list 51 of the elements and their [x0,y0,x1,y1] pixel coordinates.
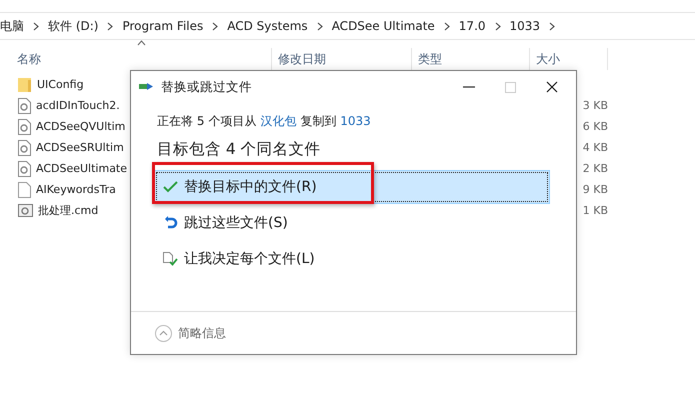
folder-icon [18,76,32,92]
file-size: 3 KB [582,99,608,112]
minimize-icon[interactable] [463,86,475,88]
chevron-icon[interactable] [316,22,323,30]
breadcrumb-item[interactable]: Program Files [122,19,204,33]
close-icon[interactable] [546,81,558,93]
copy-arrow-icon [139,82,155,92]
breadcrumb-item[interactable]: 1033 [510,19,540,33]
chevron-icon[interactable] [444,22,450,30]
message-text: 复制到 [300,112,336,130]
file-size: 6 KB [582,120,608,133]
option-button[interactable]: 让我决定每个文件(L) [154,242,550,276]
file-check-icon [163,252,178,266]
chevron-icon[interactable] [212,22,218,30]
breadcrumb-item[interactable]: ACD Systems [227,19,308,33]
chevron-icon[interactable] [33,22,39,30]
details-toggle[interactable]: 简略信息 [155,324,226,342]
file-icon [18,182,31,198]
file-size: 4 KB [582,141,608,154]
breadcrumb-item[interactable]: ACDSee Ultimate [332,19,435,33]
file-size: 2 KB [582,162,608,175]
file-name[interactable]: UIConfig [37,78,84,91]
script-file-icon [18,204,33,217]
file-name[interactable]: ACDSeeQVUltim [36,120,126,133]
file-name[interactable]: ACDSeeUltimate [36,162,128,175]
destination-link[interactable]: 1033 [340,114,371,128]
source-link[interactable]: 汉化包 [260,112,296,130]
file-name[interactable]: acdIDInTouch2. [36,99,120,112]
message-text: 正在将 5 个项目从 [157,112,256,130]
breadcrumb-item[interactable]: 软件 (D:) [48,18,98,34]
option-button[interactable]: 跳过这些文件(S) [154,206,550,240]
file-name[interactable]: AIKeywordsTra [36,183,116,196]
settings-file-icon [18,140,31,156]
chevron-icon[interactable] [107,22,114,30]
file-size: 1 KB [582,204,608,217]
file-name[interactable]: 批处理.cmd [38,203,98,218]
dialog-heading: 目标包含 4 个同名文件 [157,139,322,160]
chevron-icon[interactable] [549,22,556,30]
chevron-up-icon [155,324,172,342]
file-size: 9 KB [582,183,608,196]
breadcrumb-item[interactable]: 电脑 [0,18,24,34]
option-button[interactable]: 替换目标中的文件(R) [154,170,550,204]
chevron-icon[interactable] [494,22,501,30]
window-title: 替换或跳过文件 [161,78,253,96]
checkmark-icon [163,181,178,193]
settings-file-icon [18,98,31,114]
settings-file-icon [18,118,31,134]
undo-arrow-icon [163,216,178,230]
breadcrumb-item[interactable]: 17.0 [458,19,486,33]
file-name[interactable]: ACDSeeSRUltim [36,141,124,154]
settings-file-icon [18,160,31,176]
